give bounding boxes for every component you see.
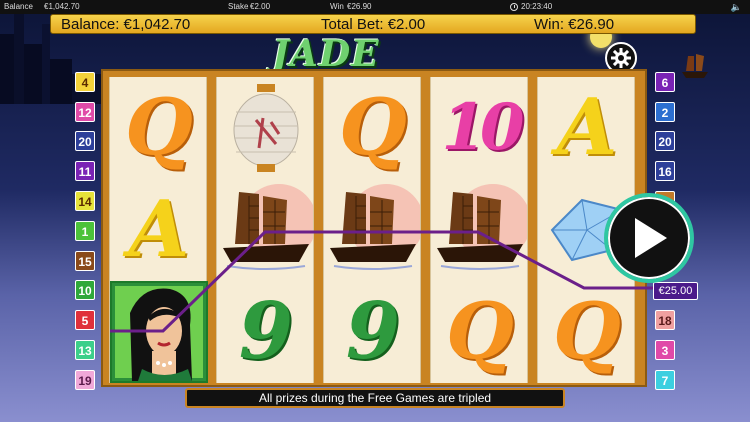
payline-number[interactable]: 10: [75, 280, 95, 300]
symbol-junk: [431, 179, 529, 281]
lantern-icon: [233, 84, 299, 172]
sys-balance-value: €1,042.70: [44, 2, 80, 11]
reel-4: 10 Q: [430, 77, 528, 383]
balance-display: Balance: €1,042.70: [61, 16, 191, 33]
payline-number[interactable]: 7: [655, 370, 675, 390]
spin-button[interactable]: [604, 193, 694, 283]
junk-ship-icon: [223, 184, 313, 270]
reel-2: 9: [216, 77, 314, 383]
jade-lady-icon: [112, 283, 206, 381]
payline-number[interactable]: 6: [655, 72, 675, 92]
reel-1: Q A: [109, 77, 208, 383]
symbol-jade-lady: [110, 281, 208, 383]
sys-win-label: Win: [330, 2, 344, 11]
symbol-10: 10: [441, 90, 524, 165]
payline-number[interactable]: 4: [75, 72, 95, 92]
payline-number[interactable]: 16: [655, 161, 675, 181]
line-win-amount: €25.00: [653, 282, 698, 300]
payline-number[interactable]: 14: [75, 191, 95, 211]
payline-number[interactable]: 13: [75, 340, 95, 360]
total-bet-display: Total Bet: €2.00: [321, 16, 426, 33]
symbol-junk: [324, 179, 422, 281]
symbol-lantern: [217, 77, 315, 179]
info-bar: Balance: €1,042.70 Total Bet: €2.00 Win:…: [50, 14, 696, 34]
clock-time: 20:23:40: [521, 2, 553, 11]
sys-stake-label: Stake: [228, 2, 249, 11]
payline-number[interactable]: 20: [655, 131, 675, 151]
play-icon: [635, 218, 667, 258]
symbol-q: Q: [553, 286, 621, 377]
message-bar: All prizes during the Free Games are tri…: [185, 388, 565, 408]
symbol-a: A: [128, 184, 190, 275]
speaker-icon[interactable]: 🔈: [731, 0, 742, 14]
payline-number[interactable]: 20: [75, 131, 95, 151]
symbol-a: A: [556, 82, 618, 173]
sys-win-value: €26.90: [347, 2, 372, 11]
junk-ship-icon: [330, 184, 420, 270]
clock-icon: [510, 2, 518, 11]
symbol-q: Q: [339, 82, 407, 173]
symbol-q: Q: [125, 82, 193, 173]
gear-icon: [611, 48, 631, 68]
junk-boat-icon: [682, 54, 708, 78]
payline-number[interactable]: 3: [655, 340, 675, 360]
junk-ship-icon: [437, 184, 527, 270]
game-logo: JADE IDOLTM: [272, 35, 492, 111]
reel-frame: Q A 9 Q 9 10 Q A Q: [101, 69, 647, 387]
symbol-9: 9: [345, 286, 401, 377]
payline-number[interactable]: 11: [75, 161, 95, 181]
symbol-q: Q: [446, 286, 514, 377]
payline-number[interactable]: 2: [655, 102, 675, 122]
symbol-junk: [217, 179, 315, 281]
payline-number[interactable]: 1: [75, 221, 95, 241]
payline-number[interactable]: 19: [75, 370, 95, 390]
payline-number[interactable]: 12: [75, 102, 95, 122]
payline-number[interactable]: 5: [75, 310, 95, 330]
payline-number[interactable]: 18: [655, 310, 675, 330]
symbol-9: 9: [238, 286, 294, 377]
sys-stake-value: €2.00: [250, 2, 271, 11]
payline-number[interactable]: 15: [75, 251, 95, 271]
sys-balance-label: Balance: [4, 2, 33, 11]
clock: 20:23:40: [510, 0, 552, 14]
win-display: Win: €26.90: [534, 16, 615, 33]
system-bar: Balance €1,042.70 Stake €2.00 Win €26.90…: [0, 0, 750, 14]
reel-3: Q 9: [323, 77, 421, 383]
